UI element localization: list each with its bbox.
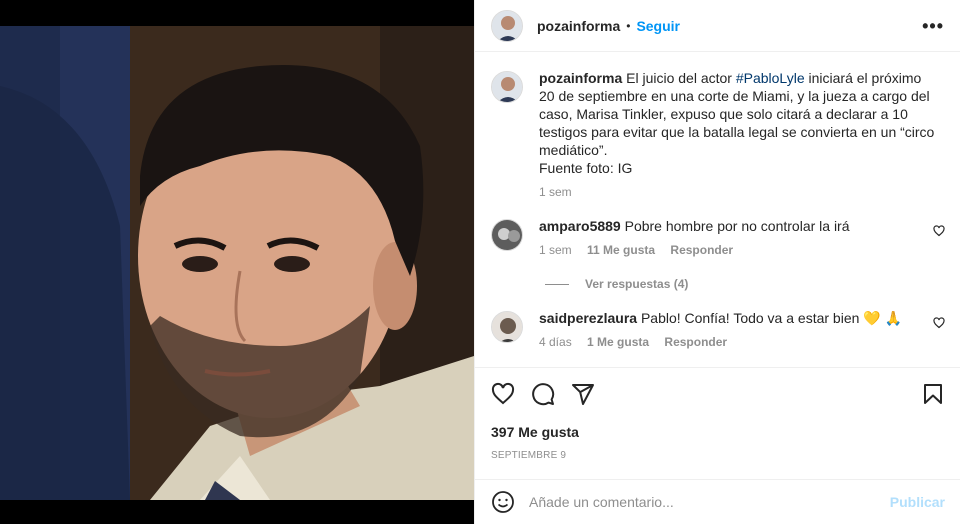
comment-username[interactable]: saidperezlaura [539, 310, 637, 326]
view-replies-label: Ver respuestas (4) [585, 277, 689, 291]
post-header: pozainforma • Seguir ••• [475, 0, 960, 52]
follow-button[interactable]: Seguir [636, 18, 680, 34]
caption-text: pozainforma El juicio del actor #PabloLy… [539, 69, 939, 177]
comment-item: saidperezlaura Pablo! Confía! Todo va a … [491, 309, 945, 349]
caption-source: Fuente foto: IG [539, 160, 633, 176]
avatar[interactable] [491, 219, 523, 251]
comment-like-heart-icon[interactable] [933, 225, 945, 237]
post-media [0, 0, 474, 524]
share-button[interactable] [571, 374, 611, 414]
comment-likes[interactable]: 11 Me gusta [587, 243, 655, 257]
publish-button[interactable]: Publicar [890, 494, 945, 510]
comment-meta: 1 sem 11 Me gusta Responder [539, 243, 945, 257]
comment-time[interactable]: 1 sem [539, 243, 572, 257]
bookmark-icon [924, 384, 942, 404]
comment-icon [532, 383, 555, 406]
avatar[interactable] [491, 311, 523, 343]
avatar-image [492, 10, 522, 41]
comment-meta: 4 días 1 Me gusta Responder [539, 335, 945, 349]
action-icons [491, 374, 945, 414]
comment-button[interactable] [531, 374, 571, 414]
comment-time[interactable]: 4 días [539, 335, 572, 349]
caption-username[interactable]: pozainforma [539, 70, 622, 86]
caption-hashtag[interactable]: #PabloLyle [736, 70, 805, 86]
reply-button[interactable]: Responder [670, 243, 733, 257]
comment-input[interactable] [529, 494, 890, 510]
separator-dot: • [626, 18, 631, 33]
smiley-icon[interactable] [491, 490, 515, 514]
like-button[interactable] [491, 374, 531, 414]
post-image[interactable] [0, 26, 474, 500]
instagram-post-dialog: pozainforma • Seguir ••• pozainforma El … [0, 0, 960, 524]
replies-divider [545, 283, 569, 285]
comment-like-heart-icon[interactable] [933, 317, 945, 329]
post-caption: pozainforma El juicio del actor #PabloLy… [491, 69, 945, 199]
comment-text: Pablo! Confía! Todo va a estar bien 💛 🙏 [640, 310, 903, 326]
add-comment-bar: Publicar [475, 479, 960, 524]
post-details-panel: pozainforma • Seguir ••• pozainforma El … [474, 0, 960, 524]
avatar[interactable] [491, 9, 523, 42]
caption-meta: 1 sem [539, 185, 945, 199]
avatar-image [492, 312, 522, 342]
avatar-image [492, 220, 522, 250]
post-actions: 397 Me gusta SEPTIEMBRE 9 [475, 367, 960, 461]
save-button[interactable] [905, 374, 945, 414]
avatar[interactable] [491, 71, 523, 103]
reply-button[interactable]: Responder [664, 335, 727, 349]
post-date[interactable]: SEPTIEMBRE 9 [491, 450, 945, 461]
caption-text-start: El juicio del actor [626, 70, 736, 86]
header-username[interactable]: pozainforma [537, 18, 620, 34]
comment-username[interactable]: amparo5889 [539, 218, 621, 234]
likes-count[interactable]: 397 Me gusta [491, 424, 945, 440]
comment-item: amparo5889 Pobre hombre por no controlar… [491, 217, 945, 257]
avatar-image [492, 72, 522, 102]
heart-icon [491, 382, 515, 405]
more-options-icon[interactable]: ••• [922, 16, 944, 37]
view-replies-button[interactable]: Ver respuestas (4) [545, 277, 945, 291]
comment-text: Pobre hombre por no controlar la irá [624, 218, 850, 234]
comments-list: pozainforma El juicio del actor #PabloLy… [475, 53, 960, 365]
portrait-photo [0, 26, 474, 500]
paper-plane-icon [572, 384, 594, 405]
caption-time[interactable]: 1 sem [539, 185, 572, 199]
comment-likes[interactable]: 1 Me gusta [587, 335, 649, 349]
